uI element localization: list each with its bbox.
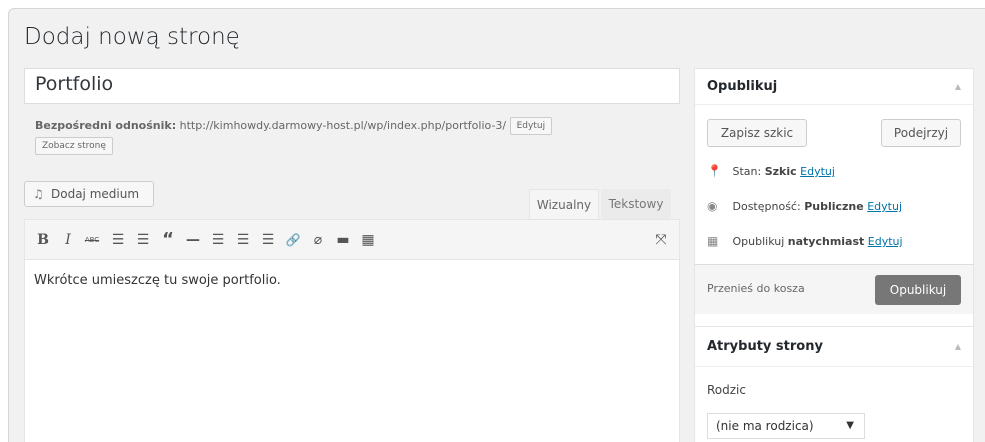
bold-icon[interactable]: B: [33, 230, 53, 250]
calendar-icon: ▦: [707, 234, 719, 248]
pin-icon: 📍: [707, 164, 722, 178]
parent-label: Rodzic: [707, 383, 746, 397]
media-icon: ♫: [33, 187, 44, 201]
content-editor[interactable]: B I ABC ☰ ☰ “ — ☰ ☰ ☰ 🔗 ⌀ ▬ ▦ ⤧ Wkrótce …: [24, 219, 680, 442]
tab-visual[interactable]: Wizualny: [529, 189, 599, 219]
add-media-button[interactable]: ♫ Dodaj medium: [24, 181, 154, 207]
editor-toolbar: B I ABC ☰ ☰ “ — ☰ ☰ ☰ 🔗 ⌀ ▬ ▦ ⤧: [25, 220, 679, 260]
permalink-row: Bezpośredni odnośnik: http://kimhowdy.da…: [35, 116, 675, 156]
align-center-icon[interactable]: ☰: [233, 230, 253, 250]
visibility-value: Publiczne: [804, 200, 864, 213]
collapse-icon[interactable]: ▲: [955, 327, 961, 367]
parent-select[interactable]: (nie ma rodzica) ▼: [707, 413, 865, 439]
editor-content[interactable]: Wkrótce umieszczę tu swoje portfolio.: [25, 260, 679, 301]
permalink-url[interactable]: http://kimhowdy.darmowy-host.pl/wp/index…: [180, 119, 507, 132]
save-draft-button[interactable]: Zapisz szkic: [707, 119, 807, 147]
admin-frame: Dodaj nową stronę Portfolio Bezpośredni …: [8, 8, 985, 442]
view-page-button[interactable]: Zobacz stronę: [35, 137, 113, 155]
visibility-row: ◉ Dostępność: Publiczne Edytuj: [707, 198, 902, 214]
eye-icon: ◉: [707, 199, 718, 213]
preview-button[interactable]: Podejrzyj: [881, 119, 961, 147]
strikethrough-icon[interactable]: ABC: [82, 230, 102, 250]
schedule-value: natychmiast: [787, 235, 865, 248]
post-title-input[interactable]: Portfolio: [24, 68, 680, 104]
permalink-label: Bezpośredni odnośnik:: [35, 119, 177, 132]
read-more-icon[interactable]: ▬: [333, 230, 353, 250]
page-attributes-box: Atrybuty strony ▲ Rodzic (nie ma rodzica…: [694, 326, 974, 442]
permalink-edit-button[interactable]: Edytuj: [509, 117, 553, 135]
publish-box-title: Opublikuj: [707, 79, 778, 94]
status-row: 📍 Stan: Szkic Edytuj: [707, 163, 835, 179]
visibility-edit-link[interactable]: Edytuj: [867, 200, 902, 213]
add-media-label: Dodaj medium: [51, 187, 140, 201]
bullet-list-icon[interactable]: ☰: [108, 230, 128, 250]
horizontal-line-icon[interactable]: —: [183, 230, 203, 250]
chevron-down-icon: ▼: [846, 420, 854, 431]
publish-box: Opublikuj ▲ Zapisz szkic Podejrzyj 📍 Sta…: [694, 68, 974, 363]
schedule-row: ▦ Opublikuj natychmiast Edytuj: [707, 233, 903, 249]
publish-actions: Przenieś do kosza Opublikuj: [695, 264, 973, 314]
page-title: Dodaj nową stronę: [24, 24, 240, 50]
schedule-label: Opublikuj: [732, 235, 785, 248]
blockquote-icon[interactable]: “: [158, 230, 178, 250]
schedule-edit-link[interactable]: Edytuj: [868, 235, 903, 248]
unlink-icon[interactable]: ⌀: [308, 230, 328, 250]
status-edit-link[interactable]: Edytuj: [800, 165, 835, 178]
align-right-icon[interactable]: ☰: [258, 230, 278, 250]
align-left-icon[interactable]: ☰: [208, 230, 228, 250]
publish-button[interactable]: Opublikuj: [875, 275, 961, 305]
status-label: Stan:: [732, 165, 762, 178]
toolbar-toggle-icon[interactable]: ▦: [358, 230, 378, 250]
publish-box-header[interactable]: Opublikuj ▲: [695, 69, 973, 105]
visibility-label: Dostępność:: [732, 200, 801, 213]
parent-select-value: (nie ma rodzica): [716, 419, 814, 433]
status-value: Szkic: [764, 165, 797, 178]
italic-icon[interactable]: I: [58, 230, 78, 250]
page-attributes-title: Atrybuty strony: [707, 339, 823, 354]
collapse-icon[interactable]: ▲: [955, 69, 961, 105]
link-icon[interactable]: 🔗: [283, 230, 303, 250]
trash-link[interactable]: Przenieś do kosza: [707, 282, 805, 295]
page-attributes-header[interactable]: Atrybuty strony ▲: [695, 327, 973, 367]
tab-text[interactable]: Tekstowy: [601, 189, 671, 219]
fullscreen-icon[interactable]: ⤧: [651, 230, 671, 250]
numbered-list-icon[interactable]: ☰: [133, 230, 153, 250]
